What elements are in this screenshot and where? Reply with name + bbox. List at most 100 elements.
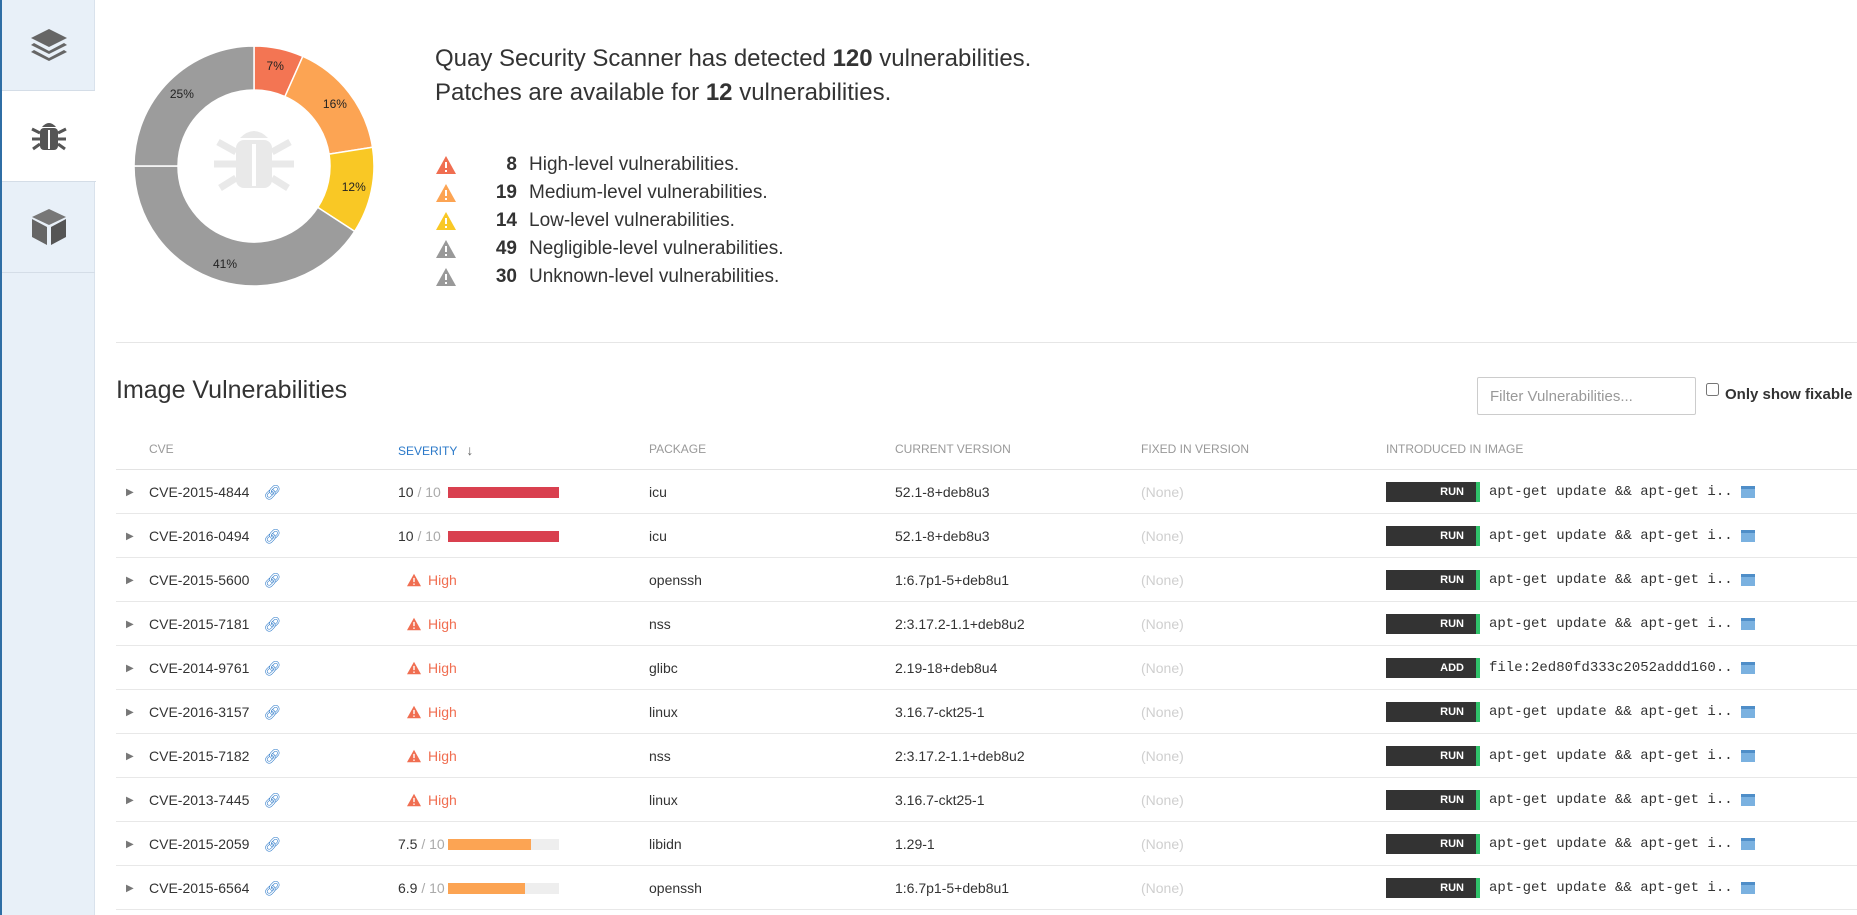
link-icon[interactable]: 🔗︎	[263, 660, 281, 677]
layer-icon[interactable]	[1740, 618, 1755, 630]
expand-row-icon[interactable]: ▶	[126, 470, 134, 514]
table-row[interactable]: ▶ CVE-2015-5600 🔗︎ High openssh 1:6.7p1-5…	[116, 558, 1857, 602]
severity-high: High	[398, 572, 457, 588]
severity-bar	[448, 530, 559, 542]
col-package[interactable]: Package	[649, 442, 706, 456]
warning-icon	[407, 749, 421, 763]
severity-cell: High	[398, 778, 457, 822]
layer-icon[interactable]	[1740, 662, 1755, 674]
vulnerabilities-table-body: ▶ CVE-2015-4844 🔗︎ 10 / 10 icu 52.1-8+deb…	[116, 470, 1857, 910]
table-row[interactable]: ▶ CVE-2015-2059 🔗︎ 7.5 / 10 libidn 1.29-1…	[116, 822, 1857, 866]
table-row[interactable]: ▶ CVE-2015-4844 🔗︎ 10 / 10 icu 52.1-8+deb…	[116, 470, 1857, 514]
command-text: apt-get update && apt-get i..	[1489, 572, 1733, 588]
severity-score: 6.9 / 10	[398, 880, 445, 896]
layer-icon[interactable]	[1740, 882, 1755, 894]
cve-id: CVE-2013-7445	[149, 792, 250, 808]
col-cve[interactable]: CVE	[149, 442, 174, 456]
severity-bar-fill	[448, 882, 525, 894]
command-text: apt-get update && apt-get i..	[1489, 528, 1733, 544]
severity-level-row: 8 High-level vulnerabilities.	[435, 151, 784, 179]
expand-row-icon[interactable]: ▶	[126, 734, 134, 778]
sidebar-item-packages[interactable]	[2, 182, 95, 273]
command-badge: RUN	[1386, 526, 1480, 546]
section-title: Image Vulnerabilities	[116, 376, 348, 404]
link-icon[interactable]: 🔗︎	[263, 484, 281, 501]
col-introduced-in-image[interactable]: Introduced In Image	[1386, 442, 1523, 456]
col-fixed-version[interactable]: Fixed In Version	[1141, 442, 1249, 456]
table-row[interactable]: ▶ CVE-2016-0494 🔗︎ 10 / 10 icu 52.1-8+deb…	[116, 514, 1857, 558]
link-icon[interactable]: 🔗︎	[263, 880, 281, 897]
fixed-version-cell: (None)	[1141, 880, 1184, 896]
cve-id: CVE-2014-9761	[149, 660, 250, 676]
link-icon[interactable]: 🔗︎	[263, 836, 281, 853]
fixed-version-cell: (None)	[1141, 660, 1184, 676]
command-badge: RUN	[1386, 878, 1480, 898]
table-row[interactable]: ▶ CVE-2015-6564 🔗︎ 6.9 / 10 openssh 1:6.7…	[116, 866, 1857, 910]
layer-icon[interactable]	[1740, 706, 1755, 718]
cve-cell: CVE-2015-4844 🔗︎	[149, 470, 281, 514]
link-icon[interactable]: 🔗︎	[263, 704, 281, 721]
vulnerability-donut-chart: 7% 16% 12% 41% 25%	[134, 46, 374, 286]
table-row[interactable]: ▶ CVE-2016-3157 🔗︎ High linux 3.16.7-ckt2…	[116, 690, 1857, 734]
expand-row-icon[interactable]: ▶	[126, 690, 134, 734]
expand-row-icon[interactable]: ▶	[126, 866, 134, 910]
table-row[interactable]: ▶ CVE-2013-7445 🔗︎ High linux 3.16.7-ckt2…	[116, 778, 1857, 822]
filter-vulnerabilities-input[interactable]	[1477, 377, 1696, 415]
layer-icon[interactable]	[1740, 486, 1755, 498]
layer-icon[interactable]	[1740, 750, 1755, 762]
only-fixable-toggle[interactable]: Only show fixable	[1706, 383, 1853, 403]
expand-row-icon[interactable]: ▶	[126, 602, 134, 646]
current-version-cell: 2.19-18+deb8u4	[895, 660, 998, 676]
expand-row-icon[interactable]: ▶	[126, 822, 134, 866]
level-count: 19	[495, 182, 517, 203]
current-version-cell: 52.1-8+deb8u3	[895, 484, 990, 500]
col-current-version[interactable]: Current Version	[895, 442, 1011, 456]
package-cell: icu	[649, 528, 667, 544]
table-row[interactable]: ▶ CVE-2014-9761 🔗︎ High glibc 2.19-18+deb…	[116, 646, 1857, 690]
link-icon[interactable]: 🔗︎	[263, 616, 281, 633]
expand-row-icon[interactable]: ▶	[126, 514, 134, 558]
layer-icon[interactable]	[1740, 794, 1755, 806]
sidebar-item-vulnerabilities[interactable]	[2, 91, 96, 182]
expand-row-icon[interactable]: ▶	[126, 646, 134, 690]
command-text: apt-get update && apt-get i..	[1489, 836, 1733, 852]
command-badge: RUN	[1386, 482, 1480, 502]
table-row[interactable]: ▶ CVE-2015-7182 🔗︎ High nss 2:3.17.2-1.1+…	[116, 734, 1857, 778]
current-version-cell: 1:6.7p1-5+deb8u1	[895, 572, 1010, 588]
introduced-cell: RUN apt-get update && apt-get i..	[1386, 734, 1755, 778]
link-icon[interactable]: 🔗︎	[263, 792, 281, 809]
command-badge: RUN	[1386, 702, 1480, 722]
only-fixable-checkbox[interactable]	[1706, 383, 1719, 396]
warning-icon	[407, 705, 421, 719]
link-icon[interactable]: 🔗︎	[263, 572, 281, 589]
cve-cell: CVE-2013-7445 🔗︎	[149, 778, 281, 822]
table-row[interactable]: ▶ CVE-2015-7181 🔗︎ High nss 2:3.17.2-1.1+…	[116, 602, 1857, 646]
layer-icon[interactable]	[1740, 530, 1755, 542]
introduced-cell: RUN apt-get update && apt-get i..	[1386, 470, 1755, 514]
severity-cell: 6.9 / 10	[398, 866, 559, 910]
cve-cell: CVE-2015-2059 🔗︎	[149, 822, 281, 866]
expand-row-icon[interactable]: ▶	[126, 778, 134, 822]
introduced-cell: RUN apt-get update && apt-get i..	[1386, 514, 1755, 558]
layer-icon[interactable]	[1740, 838, 1755, 850]
link-icon[interactable]: 🔗︎	[263, 748, 281, 765]
severity-cell: 10 / 10	[398, 514, 559, 558]
severity-score: 7.5 / 10	[398, 836, 445, 852]
warning-icon	[407, 793, 421, 807]
severity-cell: High	[398, 602, 457, 646]
link-icon[interactable]: 🔗︎	[263, 528, 281, 545]
scan-summary: Quay Security Scanner has detected 120 v…	[435, 42, 1031, 110]
donut-label-medium: 16%	[323, 97, 347, 111]
warning-icon	[436, 156, 456, 174]
package-cell: nss	[649, 616, 671, 632]
current-version-cell: 52.1-8+deb8u3	[895, 528, 990, 544]
col-severity[interactable]: Severity ↓	[398, 442, 473, 458]
warning-icon	[436, 268, 456, 286]
cve-id: CVE-2015-7181	[149, 616, 250, 632]
layer-icon[interactable]	[1740, 574, 1755, 586]
expand-row-icon[interactable]: ▶	[126, 558, 134, 602]
donut-label-high: 7%	[267, 59, 285, 73]
current-version-cell: 2:3.17.2-1.1+deb8u2	[895, 616, 1025, 632]
sidebar-item-layers[interactable]	[2, 0, 95, 91]
severity-high: High	[398, 748, 457, 764]
